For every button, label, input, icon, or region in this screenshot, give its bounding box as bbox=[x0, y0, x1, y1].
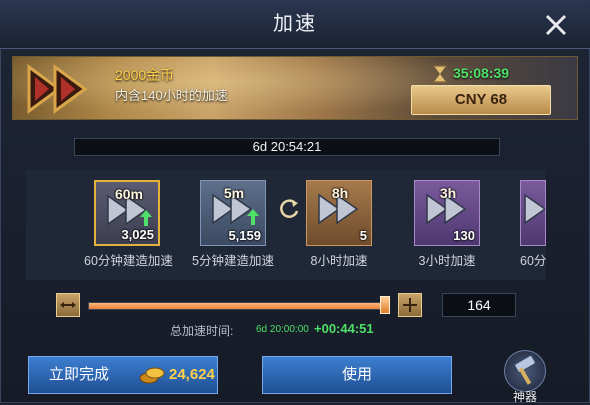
item-name-3h: 3小时加速 bbox=[418, 254, 476, 268]
artifact-button[interactable]: 神器 bbox=[500, 350, 550, 404]
finish-now-label: 立即完成 bbox=[49, 366, 110, 383]
speedup-item-3h[interactable]: 3h 130 bbox=[414, 180, 480, 246]
remaining-time: 6d 20:54:21 bbox=[252, 139, 322, 154]
slider-track[interactable] bbox=[88, 302, 390, 310]
fast-forward-icon bbox=[27, 64, 88, 114]
offer-description: 内含140小时的加速 bbox=[115, 88, 228, 103]
increase-button[interactable] bbox=[398, 293, 422, 317]
item-count: 5,159 bbox=[228, 228, 261, 243]
speedup-items-panel: 60m 3,025 60分钟建造加速 5m 5,159 5分钟建造加速 8h 5… bbox=[26, 170, 546, 280]
speedup-partial-icon bbox=[524, 193, 545, 225]
speedup-item-5m[interactable]: 5m 5,159 bbox=[200, 180, 266, 246]
plus-arrows-icon bbox=[403, 298, 417, 312]
arrow-up-icon bbox=[247, 209, 259, 225]
speedup-item-8h[interactable]: 8h 5 bbox=[306, 180, 372, 246]
quantity-slider bbox=[56, 293, 424, 317]
total-speedup-added: +00:44:51 bbox=[314, 321, 374, 336]
total-speedup-label: 总加速时间: bbox=[170, 324, 234, 338]
finish-now-button[interactable]: 立即完成 24,624 bbox=[28, 356, 218, 394]
item-name-60m: 60分钟建造加速 bbox=[84, 254, 173, 268]
use-button[interactable]: 使用 bbox=[262, 356, 452, 394]
item-name-5m: 5分钟建造加速 bbox=[192, 254, 274, 268]
purchase-button[interactable]: CNY 68 bbox=[411, 85, 551, 115]
item-count: 130 bbox=[453, 228, 475, 243]
artifact-label: 神器 bbox=[512, 390, 537, 404]
total-speedup-base: 6d 20:00:00 bbox=[256, 324, 309, 335]
item-name-8h: 8小时加速 bbox=[310, 254, 368, 268]
dialog-title: 加速 bbox=[273, 13, 317, 35]
offer-gold-amount: 2000金币 bbox=[115, 67, 175, 83]
gold-offer-banner: 2000金币 内含140小时的加速 35:08:39 CNY 68 bbox=[12, 56, 578, 120]
finish-now-cost: 24,624 bbox=[169, 366, 215, 383]
item-count: 5 bbox=[359, 228, 367, 243]
slider-handle[interactable] bbox=[380, 296, 390, 314]
total-speedup-row: 总加速时间: 6d 20:00:00 +00:44:51 bbox=[0, 320, 590, 338]
remaining-time-bar: 6d 20:54:21 bbox=[74, 138, 500, 156]
decrease-button[interactable] bbox=[56, 293, 80, 317]
title-bar: 加速 bbox=[0, 0, 590, 49]
quantity-input[interactable]: 164 bbox=[442, 293, 516, 317]
speedup-item-60m[interactable]: 60m 3,025 bbox=[94, 180, 160, 246]
refresh-icon[interactable] bbox=[278, 198, 300, 220]
item-name-partial: 60分 bbox=[520, 254, 546, 268]
item-duration-label: 3h bbox=[439, 185, 457, 201]
close-icon bbox=[545, 14, 567, 36]
gold-coins-icon bbox=[139, 367, 165, 384]
slider-fill bbox=[89, 303, 386, 309]
arrow-up-icon bbox=[140, 210, 152, 226]
speedup-item-partial[interactable] bbox=[520, 180, 546, 246]
item-duration-label: 5m bbox=[223, 185, 245, 201]
artifact-hammer-icon bbox=[504, 350, 546, 392]
close-button[interactable] bbox=[540, 9, 572, 41]
arrows-horizontal-icon bbox=[60, 302, 76, 308]
offer-timer: 35:08:39 bbox=[453, 65, 510, 81]
item-count: 3,025 bbox=[121, 227, 154, 242]
item-duration-label: 8h bbox=[331, 185, 349, 201]
item-duration-label: 60m bbox=[114, 186, 144, 202]
hourglass-icon bbox=[433, 65, 447, 83]
